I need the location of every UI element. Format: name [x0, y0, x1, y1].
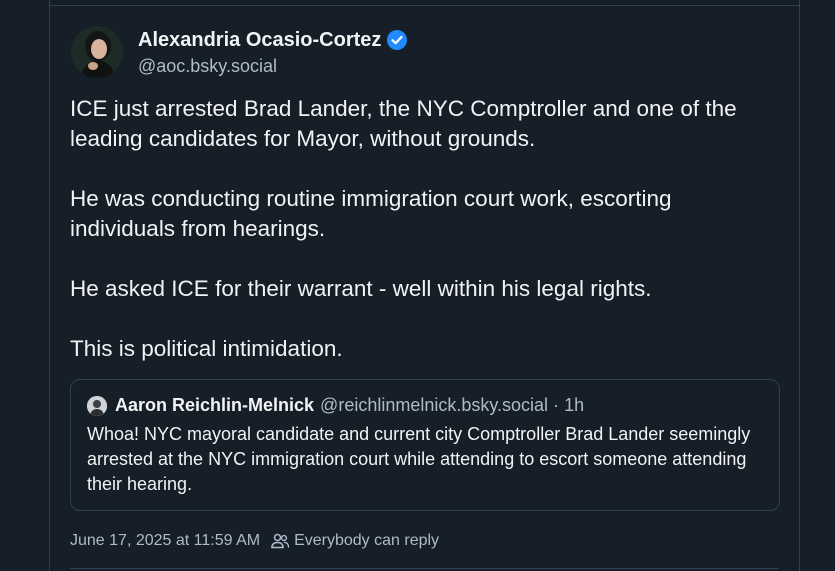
quoted-post-text: Whoa! NYC mayoral candidate and current …: [87, 424, 751, 494]
post-paragraph: He was conducting routine immigration co…: [70, 186, 672, 241]
quoted-author-name[interactable]: Aaron Reichlin-Melnick: [115, 395, 314, 416]
post-body: ICE just arrested Brad Lander, the NYC C…: [70, 94, 770, 364]
post-meta: June 17, 2025 at 11:59 AM Everybody can …: [70, 531, 439, 551]
author-display-name[interactable]: Alexandria Ocasio-Cortez: [138, 29, 381, 52]
post-thread-column: Alexandria Ocasio-Cortez @aoc.bsky.socia…: [49, 0, 800, 571]
quoted-author-avatar[interactable]: [87, 395, 107, 416]
quoted-author-handle[interactable]: @reichlinmelnick.bsky.social: [320, 395, 548, 416]
reply-setting-label[interactable]: Everybody can reply: [294, 532, 439, 550]
quoted-post-header: Aaron Reichlin-Melnick @reichlinmelnick.…: [87, 395, 584, 416]
post-paragraph: He asked ICE for their warrant - well wi…: [70, 276, 652, 301]
quoted-post-time[interactable]: 1h: [564, 395, 584, 416]
avatar-image: [71, 26, 123, 78]
bottom-divider: [70, 568, 779, 569]
people-icon: [271, 533, 290, 549]
author-handle[interactable]: @aoc.bsky.social: [138, 56, 407, 77]
post-timestamp[interactable]: June 17, 2025 at 11:59 AM: [70, 532, 260, 550]
author-name-row: Alexandria Ocasio-Cortez: [138, 28, 408, 52]
avatar[interactable]: [71, 26, 123, 78]
quoted-separator: ·: [553, 395, 560, 415]
post-author: Alexandria Ocasio-Cortez @aoc.bsky.socia…: [138, 28, 408, 77]
verified-check-icon[interactable]: [387, 30, 408, 50]
post-paragraph: This is political intimidation.: [70, 336, 343, 361]
top-divider: [50, 5, 799, 6]
post-paragraph: ICE just arrested Brad Lander, the NYC C…: [70, 96, 737, 151]
quoted-post-card[interactable]: Aaron Reichlin-Melnick @reichlinmelnick.…: [70, 379, 780, 511]
